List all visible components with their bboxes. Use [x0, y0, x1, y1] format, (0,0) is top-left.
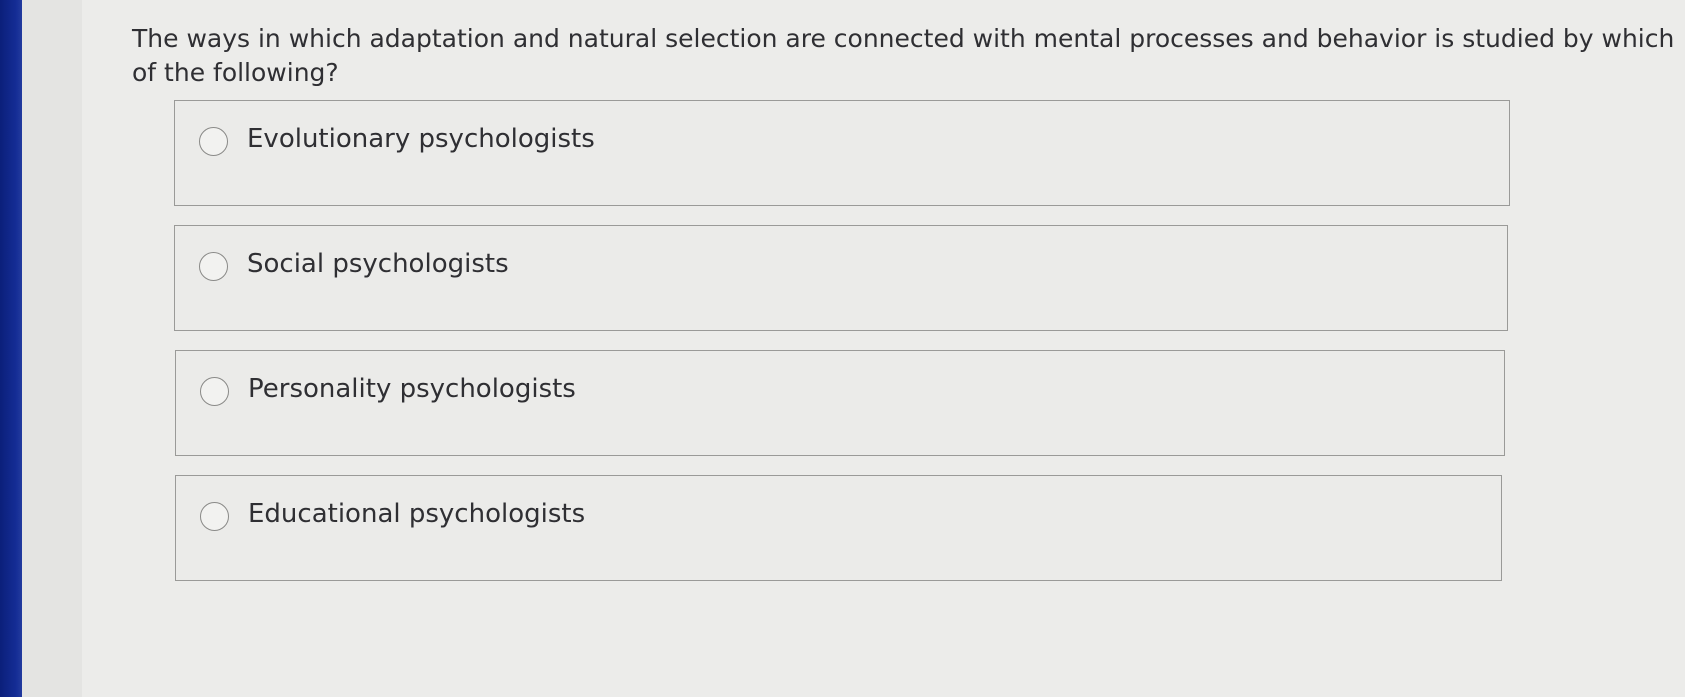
- monitor-bezel: [0, 0, 22, 697]
- answer-option-label: Social psychologists: [247, 249, 509, 279]
- answer-option-label: Evolutionary psychologists: [247, 124, 595, 154]
- answer-option-label: Personality psychologists: [248, 374, 576, 404]
- answer-option-label: Educational psychologists: [248, 499, 586, 529]
- page-margin: [22, 0, 82, 697]
- radio-button[interactable]: [199, 252, 228, 281]
- answer-option-evolutionary[interactable]: Evolutionary psychologists: [174, 100, 1510, 206]
- answer-option-personality[interactable]: Personality psychologists: [175, 350, 1505, 456]
- answer-option-social[interactable]: Social psychologists: [174, 225, 1508, 331]
- quiz-page: The ways in which adaptation and natural…: [82, 0, 1685, 697]
- radio-button[interactable]: [200, 502, 229, 531]
- question-text: The ways in which adaptation and natural…: [132, 24, 1675, 87]
- radio-button[interactable]: [199, 127, 228, 156]
- answer-option-educational[interactable]: Educational psychologists: [175, 475, 1502, 581]
- radio-button[interactable]: [200, 377, 229, 406]
